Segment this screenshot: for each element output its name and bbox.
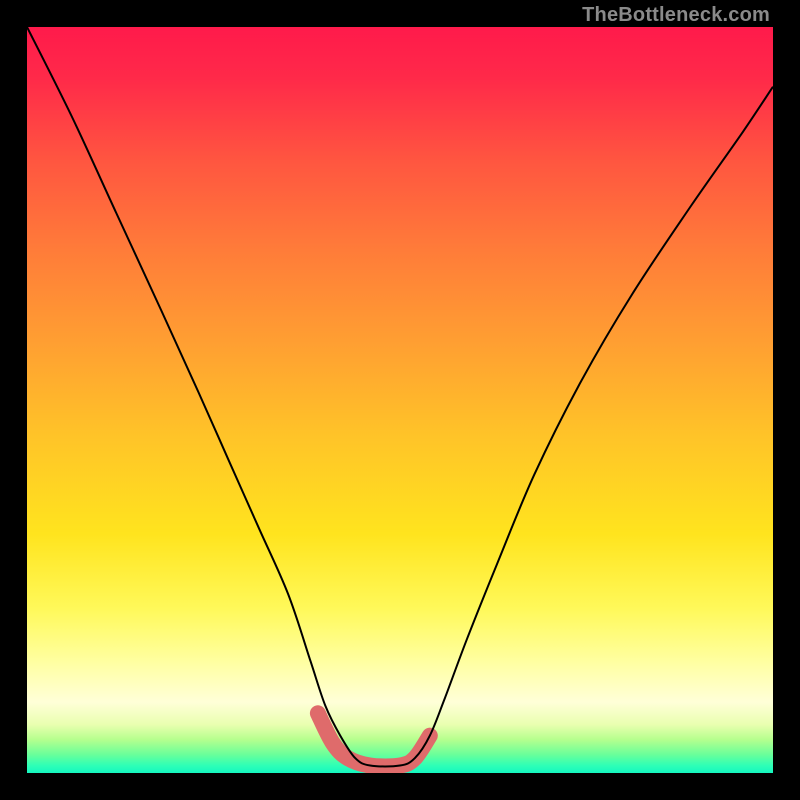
- optimal-band-path: [318, 713, 430, 766]
- bottleneck-curve-path: [27, 27, 773, 766]
- plot-area: [27, 27, 773, 773]
- chart-frame: TheBottleneck.com: [0, 0, 800, 800]
- chart-svg: [27, 27, 773, 773]
- watermark-text: TheBottleneck.com: [582, 4, 770, 27]
